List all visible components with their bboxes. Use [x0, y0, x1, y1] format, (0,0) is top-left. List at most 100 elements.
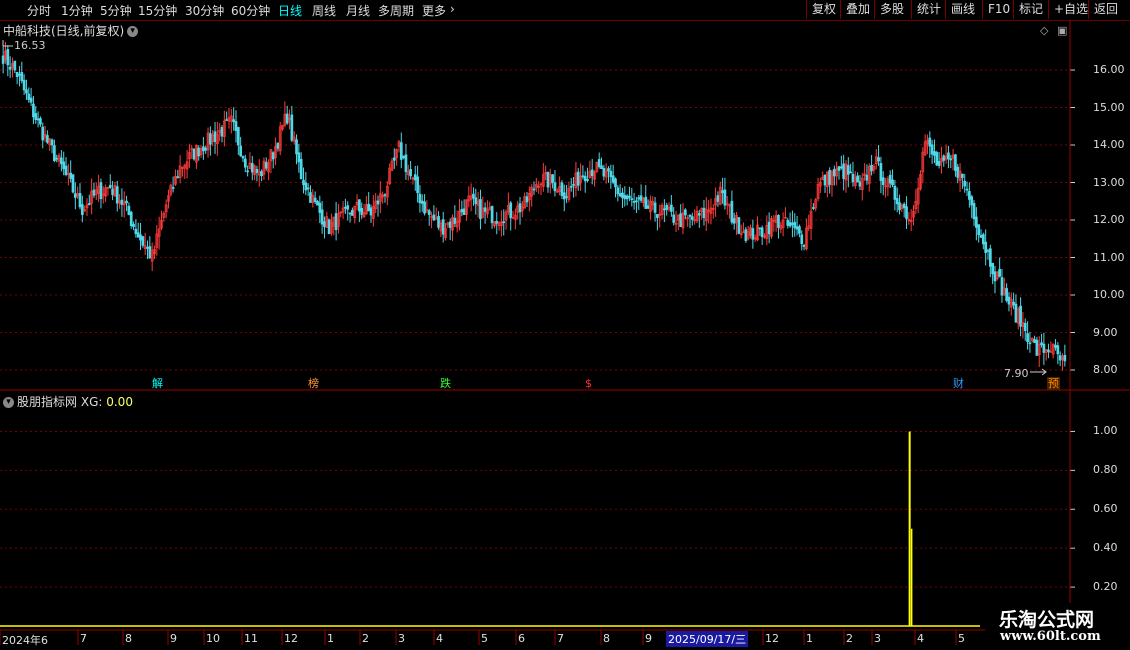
- candle-body: [963, 180, 967, 187]
- event-badge-5[interactable]: 预: [1047, 377, 1060, 390]
- candle-body: [697, 213, 701, 216]
- candle-body: [313, 197, 317, 202]
- candle-body: [635, 200, 638, 203]
- candle-body: [13, 60, 17, 71]
- date-axis-label: 3: [398, 632, 405, 645]
- candle-body: [607, 168, 610, 172]
- date-axis-label: 9: [170, 632, 177, 645]
- candle-body: [73, 193, 77, 198]
- candle-body: [788, 222, 792, 227]
- candle-body: [243, 158, 247, 168]
- candle-body: [264, 162, 268, 169]
- candle-body: [46, 135, 49, 143]
- candle-body: [413, 174, 417, 181]
- candle-body: [15, 72, 19, 77]
- candle-body: [632, 201, 636, 203]
- logo-line1: 乐淘公式网: [999, 609, 1095, 631]
- candle-body: [453, 217, 457, 224]
- candle-body: [202, 146, 205, 152]
- candle-body: [518, 203, 522, 213]
- date-axis-label: 12: [284, 632, 298, 645]
- candle-body: [979, 234, 983, 238]
- indicator-title[interactable]: ▾ 股朋指标网 XG: 0.00: [3, 393, 133, 410]
- candle-body: [525, 196, 529, 203]
- candle-body: [1007, 296, 1011, 305]
- candle-body: [832, 169, 836, 177]
- candle-body: [991, 262, 995, 275]
- candle-body: [127, 205, 131, 216]
- candle-body: [637, 197, 641, 200]
- candle-body: [409, 169, 412, 177]
- candle-body: [823, 174, 827, 186]
- kline-chart[interactable]: [0, 0, 1130, 650]
- candle-body: [956, 166, 960, 178]
- candle-body: [849, 171, 852, 174]
- event-badge-2[interactable]: 跌: [439, 377, 452, 390]
- candle-body: [62, 161, 66, 170]
- candle-body: [975, 216, 978, 228]
- candle-body: [572, 184, 575, 186]
- date-axis-label: 5: [958, 632, 965, 645]
- candle-body: [460, 209, 464, 213]
- candle-body: [236, 127, 240, 146]
- candle-body: [55, 157, 59, 160]
- candle-body: [998, 268, 1001, 277]
- chevron-down-icon[interactable]: ▾: [3, 397, 14, 408]
- candle-body: [930, 144, 934, 155]
- candle-body: [129, 211, 133, 226]
- candle-body: [1, 55, 5, 64]
- candle-body: [891, 179, 894, 186]
- candle-body: [302, 179, 305, 186]
- candle-body: [376, 200, 380, 205]
- candle-body: [968, 191, 971, 200]
- candle-body: [36, 118, 40, 121]
- indicator-axis-label: 0.20: [1093, 580, 1118, 594]
- candle-body: [299, 158, 303, 180]
- candle-body: [295, 139, 298, 155]
- candle-body: [981, 234, 985, 245]
- candle-body: [29, 97, 33, 103]
- candle-body: [625, 195, 629, 200]
- candle-body: [232, 119, 236, 123]
- candle-body: [209, 133, 212, 145]
- event-badge-3[interactable]: $: [584, 377, 593, 390]
- candle-body: [420, 200, 424, 204]
- candle-body: [418, 193, 422, 204]
- candle-body: [851, 173, 855, 183]
- candle-body: [479, 199, 482, 219]
- candle-body: [120, 199, 124, 205]
- candle-body: [988, 248, 992, 267]
- event-badge-1[interactable]: 榜: [307, 377, 320, 390]
- candle-body: [1040, 342, 1043, 346]
- candle-body: [842, 163, 846, 179]
- candle-body: [346, 205, 350, 210]
- candle-body: [18, 73, 21, 76]
- high-price-label: 16.53: [14, 39, 46, 52]
- candle-body: [20, 72, 24, 82]
- candle-body: [928, 137, 932, 147]
- candle-body: [902, 203, 906, 209]
- candle-body: [760, 227, 764, 238]
- date-axis-label: 3: [874, 632, 881, 645]
- candle-body: [653, 202, 657, 213]
- candle-body: [800, 234, 804, 244]
- event-badge-4[interactable]: 财: [952, 377, 965, 390]
- candle-body: [448, 221, 452, 228]
- date-axis-label: 1: [806, 632, 813, 645]
- date-axis-label: 12: [765, 632, 779, 645]
- candle-body: [241, 156, 245, 159]
- candle-body: [472, 193, 475, 199]
- candle-body: [858, 181, 862, 187]
- xg-label: XG:: [80, 395, 103, 409]
- candle-body: [590, 169, 594, 176]
- candle-body: [560, 182, 564, 196]
- candle-body: [78, 193, 82, 208]
- candle-body: [474, 197, 478, 205]
- candle-body: [334, 213, 338, 231]
- candle-body: [616, 187, 620, 195]
- candle-body: [1047, 349, 1050, 352]
- candle-body: [1026, 333, 1029, 342]
- candle-body: [297, 152, 301, 163]
- candle-body: [644, 196, 648, 209]
- event-badge-0[interactable]: 解: [151, 377, 164, 390]
